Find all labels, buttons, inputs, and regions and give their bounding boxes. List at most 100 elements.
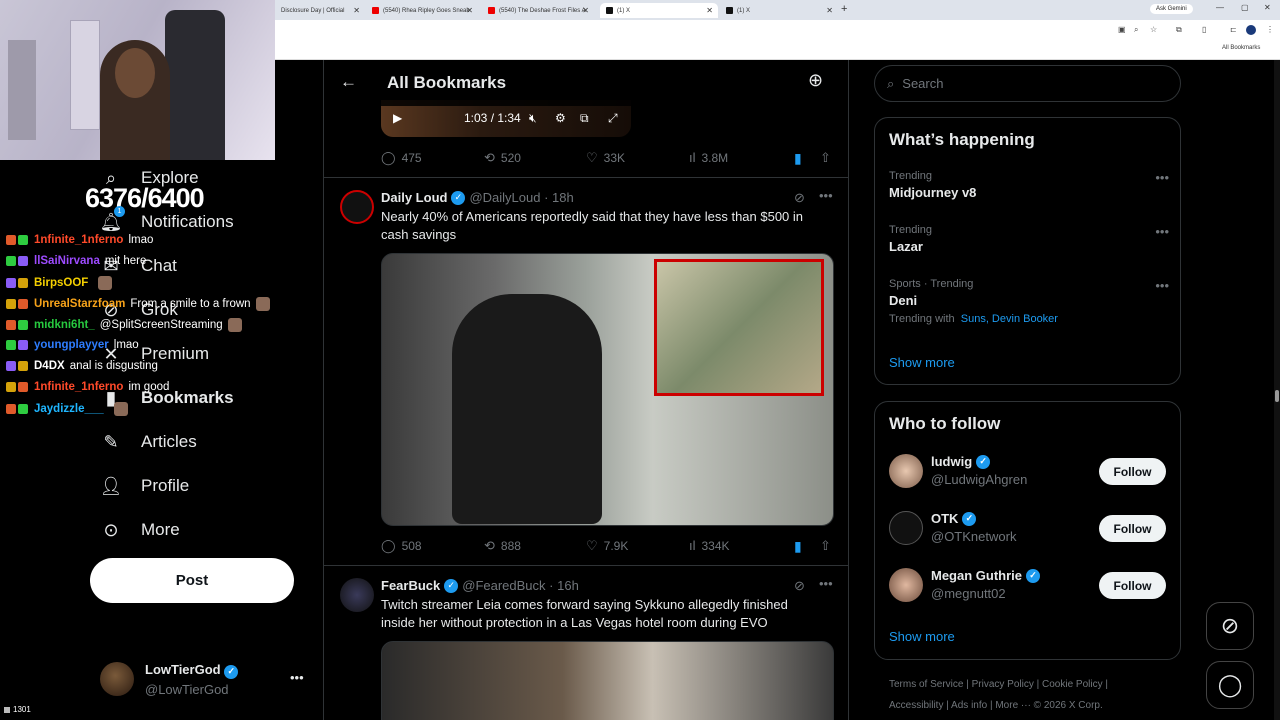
follow-suggestion[interactable]: OTK ✓ @OTKnetwork Follow [889,509,1169,549]
close-icon[interactable]: ✕ [826,6,833,15]
browser-tab[interactable]: (1) X ✕ [720,3,838,18]
tweet-image[interactable] [381,641,834,720]
all-bookmarks-folder[interactable]: All Bookmarks [1222,45,1260,51]
share-icon[interactable]: ⇧ [820,150,831,166]
trend-item[interactable]: Trending Midjourney v8 ••• [889,170,1169,200]
views-button[interactable]: ıl 334K [689,538,730,553]
play-icon[interactable]: ▶ [393,111,402,125]
mute-icon[interactable]: 🔇︎ [529,111,537,126]
reply-button[interactable]: ◯ 508 [381,538,422,554]
chat-username[interactable]: midkni6ht_ [34,319,95,331]
trend-links[interactable]: Suns, Devin Booker [961,313,1058,325]
show-more-link[interactable]: Show more [889,355,955,370]
bookmark-filled-icon[interactable]: ▮ [794,150,802,167]
follow-suggestion[interactable]: ludwig ✓ @LudwigAhgren Follow [889,452,1169,492]
bookmark-filled-icon[interactable]: ▮ [794,538,802,555]
avatar[interactable] [340,578,374,612]
post-button[interactable]: Post [90,558,294,603]
chat-username[interactable]: 1nfinite_1nferno [34,234,123,246]
follow-suggestion[interactable]: Megan Guthrie ✓ @megnutt02 Follow [889,566,1169,606]
author-handle[interactable]: @FearedBuck [462,578,545,593]
chat-username[interactable]: D4DX [34,360,65,372]
close-icon[interactable]: ✕ [353,6,360,15]
cast-icon[interactable]: ⊏ [1230,25,1237,34]
footer-links[interactable]: Terms of Service | Privacy Policy | Cook… [889,679,1108,690]
author-handle[interactable]: @DailyLoud [469,190,540,205]
suggestion-name: Megan Guthrie ✓ [931,568,1041,583]
grok-fab[interactable]: ⊘ [1206,602,1254,650]
chat-username[interactable]: Jaydizzle___ [34,403,104,415]
browser-tab[interactable]: (5540) The Deshae Frost Files A ✕ [482,3,594,18]
share-icon[interactable]: ⇧ [820,538,831,554]
avatar[interactable] [889,568,923,602]
nav-articles[interactable]: ✎ Articles [100,431,196,453]
follow-button[interactable]: Follow [1099,572,1166,599]
close-window-icon[interactable]: ✕ [1264,3,1271,12]
show-more-link[interactable]: Show more [889,629,955,644]
menu-icon[interactable]: ⋮ [1266,25,1274,34]
author-name[interactable]: Daily Loud [381,190,447,205]
avatar[interactable] [889,511,923,545]
repost-button[interactable]: ⟲ 888 [484,538,521,554]
footer-links[interactable]: Accessibility | Ads info | More ··· © 20… [889,700,1103,711]
extension-icon[interactable]: ▣ [1118,25,1126,34]
grok-icon[interactable]: ⊘ [794,578,805,594]
more-horizontal-icon[interactable]: ••• [290,670,304,685]
tweet[interactable]: FearBuck ✓ @FearedBuck · 16h ⊘ ••• Twitc… [324,566,848,720]
views-button[interactable]: ıl 3.8M [689,150,728,165]
chat-username[interactable]: youngplayyer [34,339,109,351]
pip-icon[interactable]: ⧉ [580,111,589,126]
browser-tab-active[interactable]: (1) X ✕ [600,3,718,18]
minimize-icon[interactable]: — [1216,3,1224,12]
trend-item[interactable]: Sports · Trending Deni Trending with Sun… [889,278,1169,325]
search-input[interactable]: ⌕ Search [874,65,1181,102]
author-name[interactable]: FearBuck [381,578,440,593]
chat-username[interactable]: BirpsOOF [34,277,88,289]
star-icon[interactable]: ☆ [1150,25,1157,34]
scrollbar-thumb[interactable] [1275,390,1279,402]
more-horizontal-icon[interactable]: ••• [819,188,833,203]
nav-more[interactable]: ⊙ More [100,519,179,541]
more-horizontal-icon[interactable]: ••• [1155,170,1169,185]
close-icon[interactable]: ✕ [706,6,713,15]
scrollbar[interactable] [1274,60,1280,720]
maximize-icon[interactable]: ▢ [1241,3,1249,12]
more-horizontal-icon[interactable]: ••• [1155,278,1169,293]
avatar[interactable] [889,454,923,488]
messages-fab[interactable]: ◯ [1206,661,1254,709]
repost-button[interactable]: ⟲ 520 [484,150,521,166]
fullscreen-icon[interactable]: ⤢ [608,111,618,126]
follow-button[interactable]: Follow [1099,515,1166,542]
new-tab-button[interactable]: + [841,3,847,15]
tweet-time[interactable]: 16h [557,578,579,593]
more-horizontal-icon[interactable]: ••• [819,576,833,591]
zoom-icon[interactable]: ⌕ [1134,25,1138,35]
chat-username[interactable]: llSaiNirvana [34,255,100,267]
close-icon[interactable]: ✕ [582,6,589,15]
chat-username[interactable]: 1nfinite_1nferno [34,381,123,393]
like-button[interactable]: ♡ 33K [586,150,625,166]
tweet-image[interactable] [381,253,834,526]
nav-profile[interactable]: 👤︎ Profile [100,475,190,497]
ask-gemini-button[interactable]: Ask Gemini [1150,4,1193,14]
sidebar-icon[interactable]: ▯ [1202,25,1206,34]
like-button[interactable]: ♡ 7.9K [586,538,628,554]
grok-icon[interactable]: ⊘ [794,190,805,206]
tweet-time[interactable]: 18h [552,190,574,205]
bookmark-add-icon[interactable]: ⊕ [808,70,823,91]
back-arrow-icon[interactable]: ← [340,72,357,92]
account-switcher[interactable]: LowTierGod ✓ @LowTierGod ••• [100,662,304,697]
profile-avatar[interactable] [1246,25,1256,35]
close-icon[interactable]: ✕ [466,6,473,15]
settings-icon[interactable]: ⚙ [555,111,566,125]
reply-button[interactable]: ◯ 475 [381,150,422,166]
browser-tab[interactable]: Disclosure Day | Official ✕ [275,3,365,18]
tweet[interactable]: Daily Loud ✓ @DailyLoud · 18h ⊘ ••• Near… [324,178,848,565]
browser-tab[interactable]: (5540) Rhea Ripley Goes Sneak ✕ [366,3,478,18]
trend-item[interactable]: Trending Lazar ••• [889,224,1169,254]
chat-username[interactable]: UnrealStarzfoam [34,298,125,310]
puzzle-icon[interactable]: ⧉ [1176,25,1182,35]
follow-button[interactable]: Follow [1099,458,1166,485]
more-horizontal-icon[interactable]: ••• [1155,224,1169,239]
avatar[interactable] [340,190,374,224]
